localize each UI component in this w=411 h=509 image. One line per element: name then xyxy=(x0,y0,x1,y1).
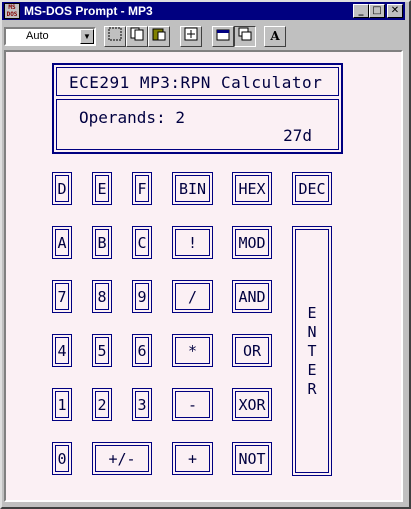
maximize-button[interactable]: □ xyxy=(369,4,385,18)
key-1[interactable]: 1 xyxy=(52,388,72,421)
key-2[interactable]: 2 xyxy=(92,388,112,421)
key-label: DEC xyxy=(298,179,326,198)
key-label: 5 xyxy=(97,341,107,360)
key-label: A xyxy=(57,233,67,252)
key-label: 3 xyxy=(137,395,147,414)
properties-icon xyxy=(216,29,230,41)
font-size-value: Auto xyxy=(26,30,49,42)
key-7[interactable]: 7 xyxy=(52,280,72,313)
key-label: - xyxy=(187,395,198,414)
key-label: 9 xyxy=(137,287,147,306)
display-title: ECE291 MP3:RPN Calculator xyxy=(69,73,323,92)
paste-button[interactable] xyxy=(148,26,170,47)
background-button[interactable] xyxy=(234,26,256,47)
key-c[interactable]: C xyxy=(132,226,152,259)
key-label: 2 xyxy=(97,395,107,414)
key-label: D xyxy=(57,179,67,198)
key-add[interactable]: + xyxy=(172,442,213,475)
mark-button[interactable] xyxy=(104,26,126,47)
copy-icon xyxy=(130,27,144,41)
key-label: AND xyxy=(238,287,266,306)
key-hex[interactable]: HEX xyxy=(232,172,272,205)
key-label: E xyxy=(97,179,107,198)
properties-button[interactable] xyxy=(212,26,234,47)
key-label: XOR xyxy=(238,395,266,414)
calculator-display: ECE291 MP3:RPN Calculator Operands: 2 27… xyxy=(52,63,343,154)
key-xor[interactable]: XOR xyxy=(232,388,272,421)
key-label: ENTER xyxy=(303,303,321,399)
key-d[interactable]: D xyxy=(52,172,72,205)
title-bar[interactable]: MS DOS MS-DOS Prompt - MP3 _ □ ✕ xyxy=(2,2,405,20)
key-3[interactable]: 3 xyxy=(132,388,152,421)
key-label: BIN xyxy=(178,179,207,198)
key-label: MOD xyxy=(238,233,266,252)
font-button[interactable]: A xyxy=(264,26,286,47)
key-label: 4 xyxy=(57,341,67,360)
key-label: NOT xyxy=(238,449,266,468)
key-4[interactable]: 4 xyxy=(52,334,72,367)
key-label: + xyxy=(187,449,198,468)
key-9[interactable]: 9 xyxy=(132,280,152,313)
key-label: 8 xyxy=(97,287,107,306)
minimize-icon: _ xyxy=(358,5,364,16)
key-bin[interactable]: BIN xyxy=(172,172,213,205)
key-label: 0 xyxy=(57,449,67,468)
key-label: ! xyxy=(187,233,198,252)
maximize-icon: □ xyxy=(372,5,382,16)
operand-count: Operands: 2 xyxy=(79,108,185,127)
minimize-button[interactable]: _ xyxy=(353,4,369,18)
ms-dos-icon[interactable]: MS DOS xyxy=(4,3,20,19)
key-factorial[interactable]: ! xyxy=(172,226,213,259)
key-5[interactable]: 5 xyxy=(92,334,112,367)
key-label: / xyxy=(187,287,198,306)
key-label: F xyxy=(137,179,147,198)
key-negate[interactable]: +/- xyxy=(92,442,152,475)
key-not[interactable]: NOT xyxy=(232,442,272,475)
display-output-box: Operands: 2 27d xyxy=(56,99,339,150)
close-button[interactable]: ✕ xyxy=(387,4,403,18)
key-0[interactable]: 0 xyxy=(52,442,72,475)
key-a[interactable]: A xyxy=(52,226,72,259)
key-f[interactable]: F xyxy=(132,172,152,205)
key-label: +/- xyxy=(108,449,136,468)
copy-button[interactable] xyxy=(126,26,148,47)
chevron-down-icon[interactable]: ▼ xyxy=(80,29,94,44)
calculator-area: ECE291 MP3:RPN Calculator Operands: 2 27… xyxy=(4,50,403,502)
paste-icon xyxy=(152,28,166,41)
key-e[interactable]: E xyxy=(92,172,112,205)
key-label: OR xyxy=(242,341,262,360)
key-subtract[interactable]: - xyxy=(172,388,213,421)
display-title-box: ECE291 MP3:RPN Calculator xyxy=(56,67,339,96)
background-icon xyxy=(238,27,252,41)
key-label: 6 xyxy=(137,341,147,360)
font-size-select[interactable]: Auto ▼ xyxy=(4,27,96,46)
key-and[interactable]: AND xyxy=(232,280,272,313)
window-title: MS-DOS Prompt - MP3 xyxy=(24,4,153,18)
key-label: C xyxy=(137,233,147,252)
key-b[interactable]: B xyxy=(92,226,112,259)
key-label: 1 xyxy=(57,395,67,414)
mark-icon xyxy=(108,27,122,41)
key-8[interactable]: 8 xyxy=(92,280,112,313)
key-multiply[interactable]: * xyxy=(172,334,213,367)
fullscreen-icon xyxy=(184,27,198,41)
key-label: 7 xyxy=(57,287,67,306)
font-icon: A xyxy=(270,29,280,43)
key-mod[interactable]: MOD xyxy=(232,226,272,259)
key-enter[interactable]: ENTER xyxy=(292,226,332,476)
key-or[interactable]: OR xyxy=(232,334,272,367)
key-dec[interactable]: DEC xyxy=(292,172,332,205)
toolbar: Auto ▼ A xyxy=(2,22,405,50)
key-divide[interactable]: / xyxy=(172,280,213,313)
key-label: HEX xyxy=(238,179,266,198)
key-label: B xyxy=(97,233,107,252)
key-6[interactable]: 6 xyxy=(132,334,152,367)
result-value: 27d xyxy=(283,126,312,145)
close-icon: ✕ xyxy=(390,5,400,16)
fullscreen-button[interactable] xyxy=(180,26,202,47)
key-label: * xyxy=(187,341,198,360)
